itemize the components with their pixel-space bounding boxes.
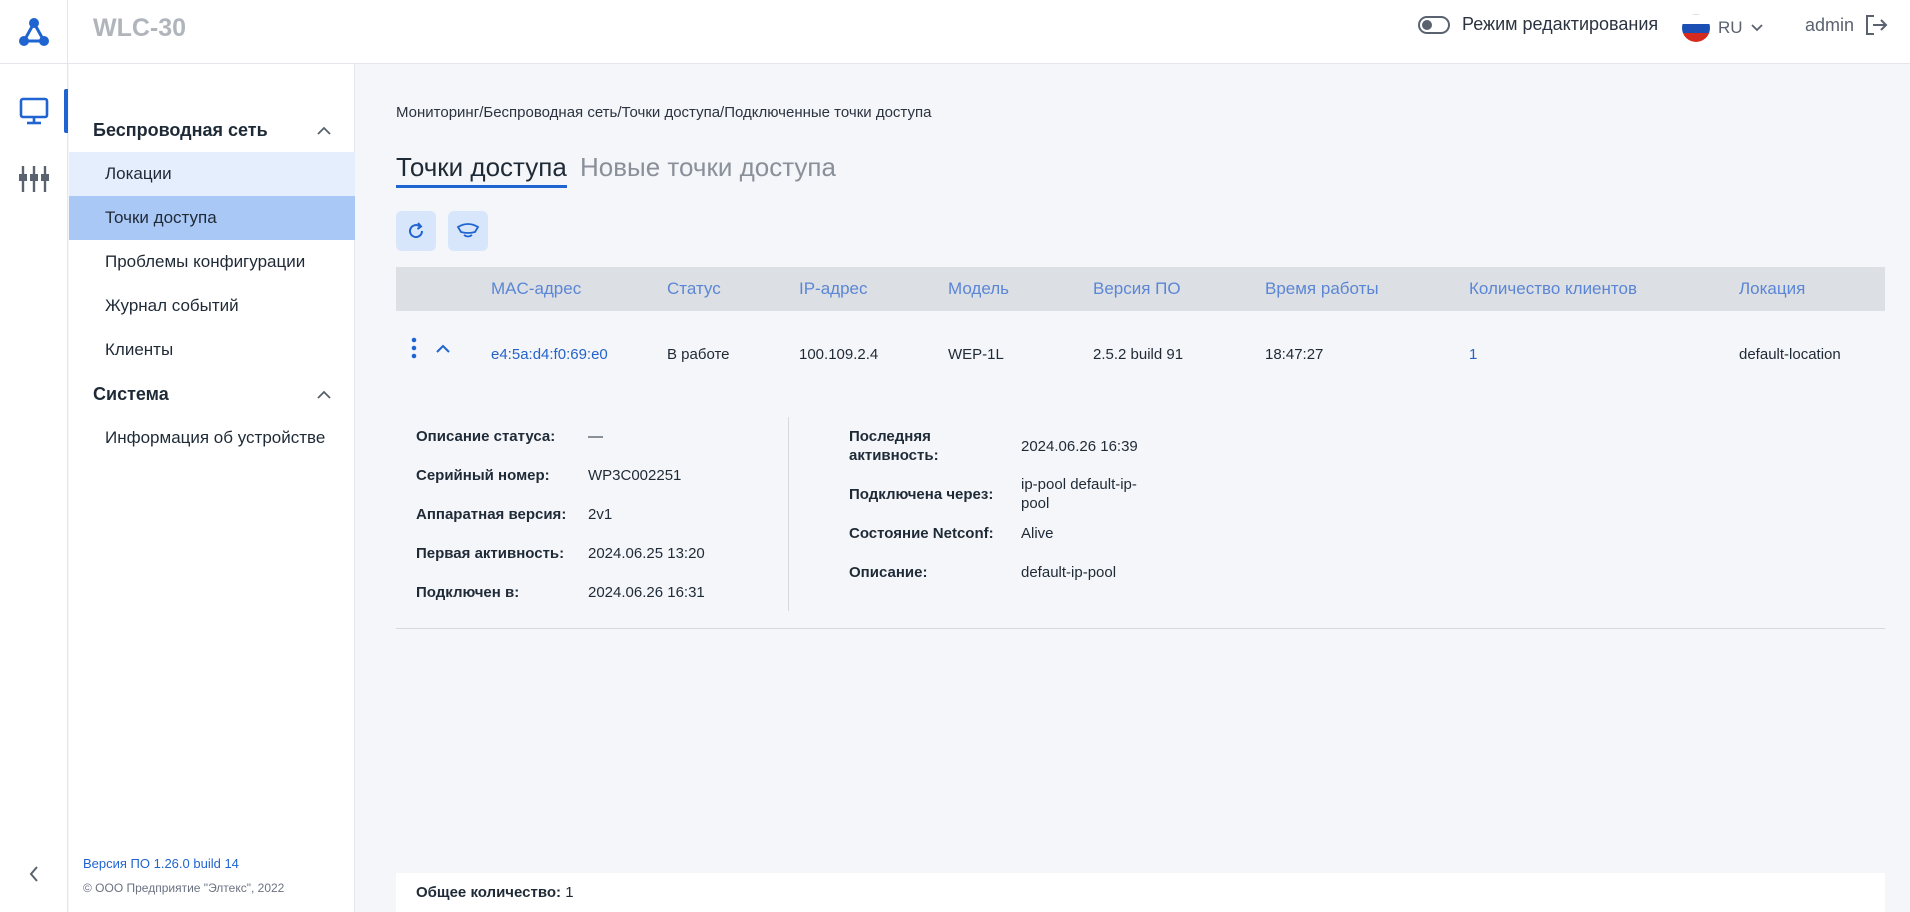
tab-access-points[interactable]: Точки доступа [396, 152, 567, 188]
detail-value: 2v1 [588, 506, 613, 523]
access-points-table: MAC-адрес Статус IP-адрес Модель Версия … [396, 267, 1885, 629]
cell-firmware: 2.5.2 build 91 [1093, 346, 1184, 363]
icon-rail [0, 64, 68, 912]
table-row[interactable]: e4:5a:d4:f0:69:e0 В работе 100.109.2.4 W… [396, 311, 1885, 399]
refresh-button[interactable] [396, 211, 436, 251]
column-header-mac[interactable]: MAC-адрес [491, 267, 581, 311]
sidebar-item-access-points[interactable]: Точки доступа [69, 196, 355, 240]
column-header-uptime[interactable]: Время работы [1265, 267, 1379, 311]
rail-monitoring[interactable] [0, 89, 68, 133]
sidebar-group-wireless[interactable]: Беспроводная сеть [69, 108, 355, 152]
sidebar-item-event-log[interactable]: Журнал событий [69, 284, 355, 328]
edit-mode-label: Режим редактирования [1462, 14, 1659, 34]
sidebar-item-config-problems[interactable]: Проблемы конфигурации [69, 240, 355, 284]
sidebar-group-title: Беспроводная сеть [93, 119, 268, 140]
detail-value: 2024.06.25 13:20 [588, 545, 705, 562]
detail-label: Аппаратная версия: [416, 506, 567, 523]
detail-label: Серийный номер: [416, 467, 550, 484]
chevron-down-icon [1750, 24, 1763, 32]
detail-value: 2024.06.26 16:39 [1021, 438, 1138, 455]
sliders-icon [19, 166, 49, 192]
column-header-location[interactable]: Локация [1739, 267, 1805, 311]
language-selector[interactable]: RU [1682, 14, 1763, 42]
user-menu: admin [1805, 14, 1888, 36]
top-header: WLC-30 Режим редактирования RU admin [0, 0, 1910, 64]
table-header: MAC-адрес Статус IP-адрес Модель Версия … [396, 267, 1885, 311]
language-label: RU [1718, 18, 1743, 37]
toggle-switch[interactable] [1418, 15, 1450, 34]
detail-label: Подключена через: [849, 486, 994, 503]
breadcrumb: Мониторинг/Беспроводная сеть/Точки досту… [396, 104, 932, 121]
detail-label: Состояние Netconf: [849, 525, 994, 542]
tab-new-access-points[interactable]: Новые точки доступа [580, 152, 836, 183]
cell-clients[interactable]: 1 [1469, 311, 1477, 399]
details-divider [788, 417, 789, 611]
cell-location: default-location [1739, 346, 1841, 363]
cell-mac[interactable]: e4:5a:d4:f0:69:e0 [491, 311, 608, 399]
more-vertical-icon[interactable] [410, 337, 418, 359]
refresh-icon [409, 222, 424, 239]
reboot-ap-button[interactable] [448, 211, 488, 251]
column-header-status[interactable]: Статус [667, 267, 721, 311]
detail-label: Описание: [849, 564, 928, 581]
sidebar-item-device-info[interactable]: Информация об устройстве [69, 416, 355, 460]
detail-value: — [588, 428, 603, 445]
detail-label: Подключен в: [416, 584, 520, 601]
collapse-sidebar-button[interactable] [0, 854, 68, 894]
logout-icon[interactable] [1864, 14, 1888, 36]
table-footer: Общее количество: 1 [396, 873, 1885, 912]
cell-status: В работе [667, 346, 730, 363]
column-header-firmware[interactable]: Версия ПО [1093, 267, 1181, 311]
rail-configuration[interactable] [0, 157, 68, 201]
sidebar-group-title: Система [93, 383, 169, 404]
sidebar-group-system[interactable]: Система [69, 372, 355, 416]
total-value: 1 [565, 884, 574, 901]
reboot-ap-icon [456, 223, 480, 238]
detail-label: Описание статуса: [416, 428, 556, 445]
edit-mode-toggle[interactable]: Режим редактирования [1418, 14, 1658, 35]
detail-value: WP3C002251 [588, 467, 682, 484]
cell-ip: 100.109.2.4 [799, 346, 879, 363]
row-details-panel: Описание статуса: — Серийный номер: WP3C… [396, 399, 1885, 629]
firmware-version: Версия ПО 1.26.0 build 14 [83, 856, 239, 871]
username: admin [1805, 14, 1855, 35]
monitor-icon [19, 97, 49, 125]
sidebar-item-locations[interactable]: Локации [69, 152, 355, 196]
detail-label: Последняя активность: [849, 428, 939, 464]
cell-uptime: 18:47:27 [1265, 346, 1324, 363]
cell-model: WEP-1L [948, 346, 1004, 363]
detail-value: Alive [1021, 525, 1054, 542]
chevron-up-icon [317, 126, 331, 135]
total-label: Общее количество: [416, 884, 562, 901]
detail-value: 2024.06.26 16:31 [588, 584, 705, 601]
chevron-up-icon [317, 390, 331, 399]
detail-value: ip-pool default-ip-pool [1021, 476, 1137, 512]
row-actions [410, 337, 450, 359]
network-logo-icon [18, 18, 49, 46]
chevron-up-icon[interactable] [436, 344, 450, 353]
chevron-left-icon [29, 866, 38, 882]
column-header-clients[interactable]: Количество клиентов [1469, 267, 1637, 311]
sidebar-footer: Версия ПО 1.26.0 build 14 © ООО Предприя… [83, 856, 284, 895]
column-header-ip[interactable]: IP-адрес [799, 267, 868, 311]
detail-label: Первая активность: [416, 545, 565, 562]
sidebar-item-clients[interactable]: Клиенты [69, 328, 355, 372]
rail-active-indicator [64, 89, 68, 133]
logo[interactable] [0, 0, 68, 64]
sidebar: Беспроводная сеть Локации Точки доступа … [69, 64, 355, 912]
russia-flag-icon [1682, 14, 1710, 42]
app-title: WLC-30 [93, 14, 187, 42]
detail-value: default-ip-pool [1021, 564, 1117, 581]
column-header-model[interactable]: Модель [948, 267, 1009, 311]
copyright: © ООО Предприятие "Элтекс", 2022 [83, 881, 285, 895]
